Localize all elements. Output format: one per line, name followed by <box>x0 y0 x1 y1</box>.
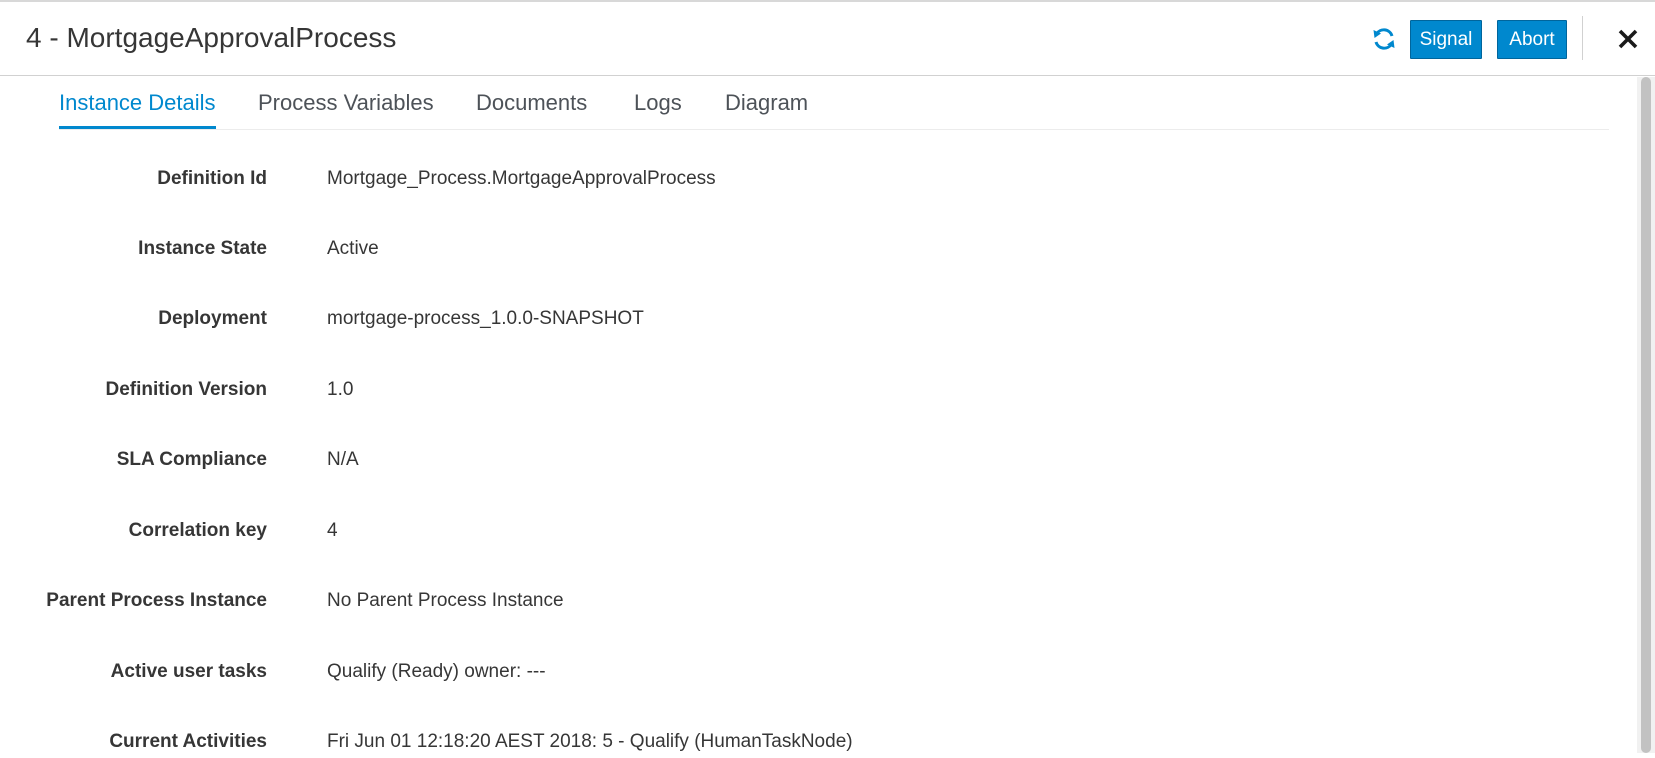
detail-row-instance-state: Instance State Active <box>0 235 1630 265</box>
scrollbar-thumb[interactable] <box>1641 77 1651 753</box>
vertical-scrollbar[interactable] <box>1637 77 1655 753</box>
detail-value: No Parent Process Instance <box>327 590 564 611</box>
detail-row-current-activities: Current Activities Fri Jun 01 12:18:20 A… <box>0 728 1630 758</box>
detail-value: N/A <box>327 449 359 470</box>
detail-label: Current Activities <box>109 731 267 752</box>
tab-documents[interactable]: Documents <box>476 89 587 126</box>
tab-logs[interactable]: Logs <box>634 89 682 126</box>
detail-row-deployment: Deployment mortgage-process_1.0.0-SNAPSH… <box>0 305 1630 335</box>
abort-button[interactable]: Abort <box>1497 20 1567 59</box>
detail-label: Definition Id <box>157 168 267 189</box>
tab-bar: Instance Details Process Variables Docum… <box>59 77 1609 130</box>
detail-row-definition-version: Definition Version 1.0 <box>0 376 1630 406</box>
header-divider <box>1582 16 1583 60</box>
detail-value: 1.0 <box>327 379 354 400</box>
close-icon[interactable] <box>1615 26 1641 52</box>
detail-row-parent-process-instance: Parent Process Instance No Parent Proces… <box>0 587 1630 617</box>
tab-diagram[interactable]: Diagram <box>725 89 808 126</box>
detail-label: Definition Version <box>105 379 267 400</box>
detail-value: Mortgage_Process.MortgageApprovalProcess <box>327 168 716 189</box>
detail-row-active-user-tasks: Active user tasks Qualify (Ready) owner:… <box>0 658 1630 688</box>
detail-row-sla-compliance: SLA Compliance N/A <box>0 446 1630 476</box>
detail-row-definition-id: Definition Id Mortgage_Process.MortgageA… <box>0 165 1630 195</box>
tab-process-variables[interactable]: Process Variables <box>258 89 434 126</box>
tab-instance-details[interactable]: Instance Details <box>59 89 216 129</box>
detail-value: Fri Jun 01 12:18:20 AEST 2018: 5 - Quali… <box>327 731 853 752</box>
detail-label: Deployment <box>158 308 267 329</box>
detail-value: 4 <box>327 520 338 541</box>
detail-value: mortgage-process_1.0.0-SNAPSHOT <box>327 308 644 329</box>
detail-value: Active <box>327 238 379 259</box>
detail-label: Correlation key <box>128 520 267 541</box>
detail-label: SLA Compliance <box>116 449 267 470</box>
detail-label: Active user tasks <box>110 661 267 682</box>
detail-label: Instance State <box>138 238 267 259</box>
detail-label: Parent Process Instance <box>46 590 267 611</box>
page-title: 4 - MortgageApprovalProcess <box>26 22 397 53</box>
modal-header: 4 - MortgageApprovalProcess Signal Abort <box>0 2 1655 76</box>
signal-button[interactable]: Signal <box>1410 20 1482 59</box>
detail-row-correlation-key: Correlation key 4 <box>0 517 1630 547</box>
refresh-icon[interactable] <box>1372 27 1396 51</box>
detail-value: Qualify (Ready) owner: --- <box>327 661 546 682</box>
